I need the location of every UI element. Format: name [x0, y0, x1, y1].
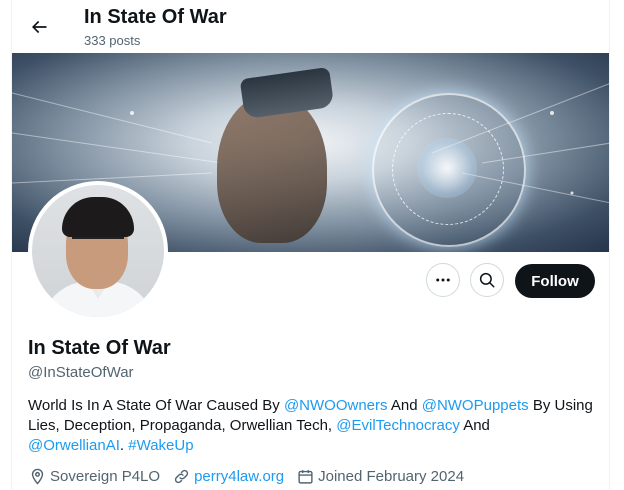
mention-link[interactable]: @OrwellianAI [28, 437, 120, 454]
post-count: 333 posts [84, 33, 141, 48]
search-icon [479, 272, 495, 288]
profile-page: In State Of War 333 posts Follow In Stat… [11, 0, 610, 490]
more-icon [436, 278, 450, 282]
location-item: Sovereign P4LO [28, 467, 160, 485]
search-profile-button[interactable] [470, 263, 504, 297]
link-icon [172, 467, 190, 485]
profile-name: In State Of War [28, 337, 171, 359]
bio-text: World Is In A State Of War Caused By [28, 397, 284, 414]
arrow-left-icon [32, 20, 47, 34]
bio-text: And [387, 397, 422, 414]
calendar-icon [296, 467, 314, 485]
location-pin-icon [28, 467, 46, 485]
mention-link[interactable]: @NWOPuppets [422, 397, 529, 414]
hashtag-link[interactable]: #WakeUp [128, 437, 193, 454]
top-bar: In State Of War 333 posts [12, 0, 609, 53]
more-button[interactable] [426, 263, 460, 297]
back-button[interactable] [26, 14, 52, 40]
profile-bio: World Is In A State Of War Caused By @NW… [28, 396, 602, 456]
mention-link[interactable]: @EvilTechnocracy [336, 417, 460, 434]
profile-handle: @InStateOfWar [28, 364, 134, 381]
bio-text: And [459, 417, 490, 434]
bio-text: . [119, 437, 129, 454]
website-item: perry4law.org [172, 467, 284, 485]
follow-button[interactable]: Follow [515, 264, 595, 298]
location-text: Sovereign P4LO [50, 467, 161, 485]
mention-link[interactable]: @NWOOwners [284, 397, 388, 414]
avatar-hair [62, 197, 134, 237]
header-title: In State Of War [84, 6, 227, 28]
joined-item: Joined February 2024 [296, 467, 464, 485]
profile-meta: Sovereign P4LO perry4law.org Joined Febr… [28, 467, 476, 485]
avatar-glasses [72, 237, 124, 251]
banner-figure [217, 93, 327, 243]
avatar[interactable] [28, 181, 168, 321]
website-link[interactable]: perry4law.org [194, 468, 284, 485]
avatar-photo [32, 185, 164, 317]
hologram-core [417, 138, 477, 198]
joined-text: Joined February 2024 [318, 467, 465, 485]
